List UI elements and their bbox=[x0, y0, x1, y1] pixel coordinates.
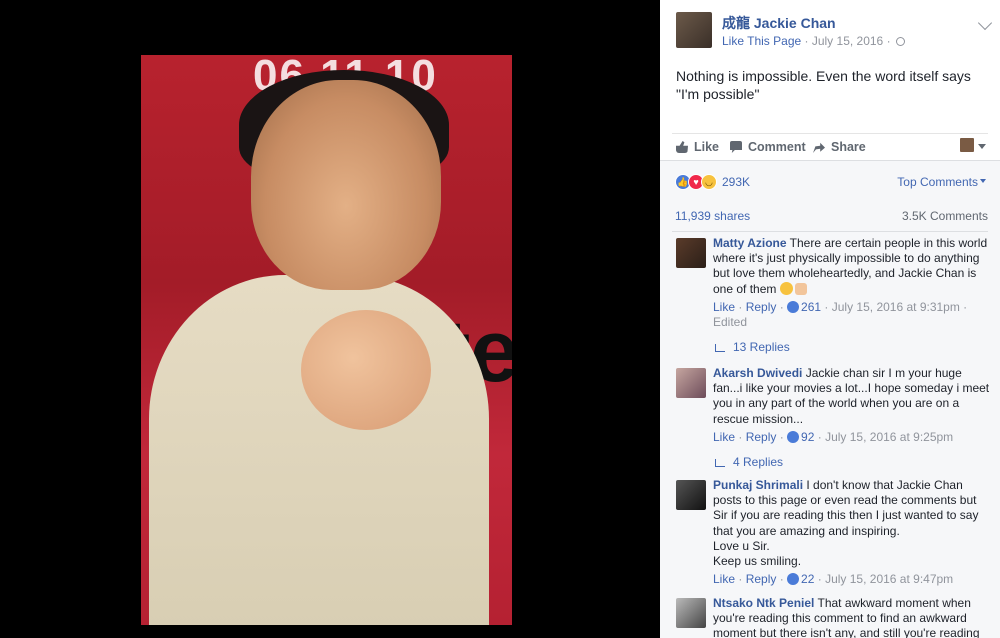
comment-text-line: Love u Sir. bbox=[713, 538, 770, 553]
divider bbox=[672, 231, 988, 232]
photo-viewer: 06.11.10 te 0 bbox=[0, 0, 660, 638]
comment-like-count[interactable]: 22 bbox=[801, 572, 814, 586]
laughing-emoji-icon bbox=[779, 281, 793, 295]
share-icon bbox=[813, 142, 825, 153]
haha-reaction-icon: ◡ bbox=[701, 174, 717, 190]
shares-link[interactable]: 11,939 shares bbox=[675, 209, 750, 223]
post-sidebar: 成龍 Jackie Chan Like This Page · July 15,… bbox=[660, 0, 1000, 638]
comment-count[interactable]: 3.5K Comments bbox=[902, 209, 988, 223]
action-bar: Like Comment Share bbox=[672, 133, 988, 159]
like-count-icon bbox=[787, 573, 800, 586]
like-count-icon bbox=[787, 430, 800, 443]
comment-date[interactable]: · July 15, 2016 at 9:31pm · bbox=[824, 300, 967, 314]
post-meta: Like This Page · July 15, 2016 · bbox=[722, 34, 905, 48]
comment-author[interactable]: Matty Azione bbox=[713, 236, 787, 250]
caret-down-icon[interactable] bbox=[978, 144, 986, 149]
like-button[interactable]: Like bbox=[676, 140, 719, 154]
reply-arrow-icon bbox=[715, 458, 725, 467]
comment-meta: Like · Reply · 261 · July 15, 2016 at 9:… bbox=[713, 299, 968, 330]
share-label: Share bbox=[831, 140, 866, 154]
comment-meta: Like · Reply · 92 · July 15, 2016 at 9:2… bbox=[713, 429, 954, 444]
comment-reply-link[interactable]: Reply bbox=[746, 300, 777, 314]
chevron-down-icon[interactable] bbox=[977, 15, 993, 31]
replies-label: 13 Replies bbox=[733, 340, 790, 355]
comment-author[interactable]: Ntsako Ntk Peniel bbox=[713, 596, 814, 610]
comment-like-link[interactable]: Like bbox=[713, 300, 735, 314]
replies-label: 4 Replies bbox=[733, 455, 784, 470]
page-avatar[interactable] bbox=[676, 12, 712, 48]
post-header: 成龍 Jackie Chan Like This Page · July 15,… bbox=[676, 10, 996, 50]
comment-author[interactable]: Akarsh Dwivedi bbox=[713, 366, 802, 380]
comment-text-block: Matty Azione There are certain people in… bbox=[713, 236, 991, 297]
edited-label[interactable]: Edited bbox=[713, 315, 747, 329]
comment-body: Akarsh Dwivedi Jackie chan sir I m your … bbox=[713, 366, 991, 470]
like-page-link[interactable]: Like This Page bbox=[722, 34, 801, 48]
comment-button[interactable]: Comment bbox=[730, 140, 806, 154]
comment-text-block: Punkaj Shrimali I don't know that Jackie… bbox=[713, 478, 991, 539]
comment-sort-dropdown[interactable]: Top Comments bbox=[897, 175, 986, 189]
page-name-link[interactable]: 成龍 Jackie Chan bbox=[722, 13, 836, 33]
comment-author[interactable]: Punkaj Shrimali bbox=[713, 478, 803, 492]
like-label: Like bbox=[694, 140, 720, 154]
comment-icon bbox=[730, 141, 742, 153]
comment-body: Matty Azione There are certain people in… bbox=[713, 236, 991, 355]
comment-reply-link[interactable]: Reply bbox=[746, 430, 777, 444]
caret-down-icon bbox=[980, 179, 986, 183]
reply-arrow-icon bbox=[715, 343, 725, 352]
thumbs-up-icon bbox=[676, 141, 688, 153]
globe-icon bbox=[895, 37, 905, 46]
pointing-hand-emoji-icon bbox=[794, 282, 807, 295]
comment-like-link[interactable]: Like bbox=[713, 430, 735, 444]
view-replies-link[interactable]: 13 Replies bbox=[715, 340, 991, 355]
comment-like-link[interactable]: Like bbox=[713, 572, 735, 586]
comment-text-block: Akarsh Dwivedi Jackie chan sir I m your … bbox=[713, 366, 991, 427]
comment-body: Punkaj Shrimali I don't know that Jackie… bbox=[713, 478, 991, 587]
comment-body: Ntsako Ntk Peniel That awkward moment wh… bbox=[713, 596, 991, 638]
comment-like-count[interactable]: 261 bbox=[801, 300, 821, 314]
comment-text-block: Ntsako Ntk Peniel That awkward moment wh… bbox=[713, 596, 991, 638]
commenter-avatar[interactable] bbox=[676, 598, 706, 628]
share-button[interactable]: Share bbox=[813, 140, 866, 154]
view-replies-link[interactable]: 4 Replies bbox=[715, 455, 991, 470]
comment-label: Comment bbox=[748, 140, 806, 154]
comment-sort-label: Top Comments bbox=[897, 175, 978, 189]
like-count-icon bbox=[787, 300, 800, 313]
reactions-summary[interactable]: 👍 ♥ ◡ 293K bbox=[675, 173, 750, 191]
reaction-count[interactable]: 293K bbox=[722, 175, 750, 189]
comment-text-line: Keep us smiling. bbox=[713, 554, 802, 569]
comment-reply-link[interactable]: Reply bbox=[746, 572, 777, 586]
post-date[interactable]: · July 15, 2016 · bbox=[805, 34, 891, 48]
comment-like-count[interactable]: 92 bbox=[801, 430, 814, 444]
commenter-avatar[interactable] bbox=[676, 238, 706, 268]
photo-subject-face bbox=[251, 80, 441, 290]
commenter-avatar[interactable] bbox=[676, 480, 706, 510]
comment-date[interactable]: · July 15, 2016 at 9:47pm bbox=[818, 572, 953, 586]
shares-row: 11,939 shares 3.5K Comments bbox=[675, 209, 988, 223]
post-photo[interactable]: 06.11.10 te 0 bbox=[141, 55, 512, 625]
commenter-avatar[interactable] bbox=[676, 368, 706, 398]
photo-subject-hand bbox=[301, 310, 431, 430]
comment-meta: Like · Reply · 22 · July 15, 2016 at 9:4… bbox=[713, 572, 954, 587]
comment-date[interactable]: · July 15, 2016 at 9:25pm bbox=[818, 430, 953, 444]
viewer-avatar[interactable] bbox=[960, 138, 974, 152]
post-text: Nothing is impossible. Even the word its… bbox=[676, 68, 971, 102]
